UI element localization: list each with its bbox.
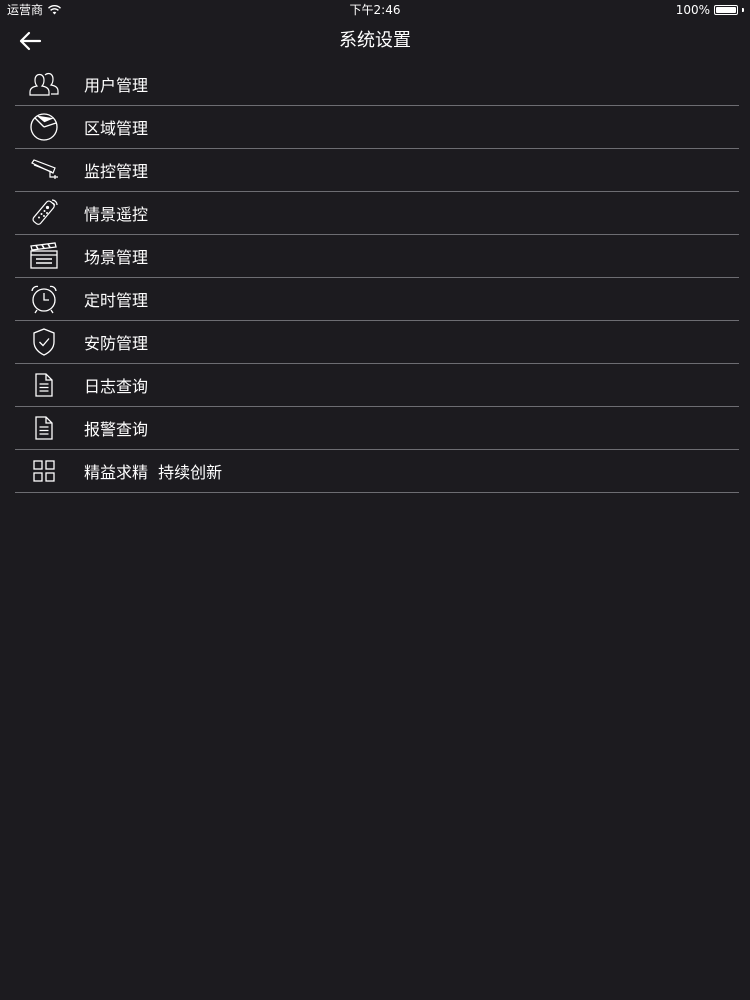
menu-item-label: 精益求精 持续创新 xyxy=(84,463,223,482)
users-icon xyxy=(27,67,61,101)
clapperboard-icon xyxy=(27,239,61,273)
arrow-left-icon xyxy=(18,31,42,51)
menu-item-area-management[interactable]: 区域管理 xyxy=(15,106,739,149)
menu-item-label: 监控管理 xyxy=(84,162,149,181)
menu-item-label: 日志查询 xyxy=(84,377,149,396)
document-icon xyxy=(27,411,61,445)
menu-item-label: 区域管理 xyxy=(84,119,149,138)
back-button[interactable] xyxy=(12,24,48,58)
status-battery-group: 100% xyxy=(676,0,744,20)
security-camera-icon xyxy=(27,153,61,187)
menu-item-user-management[interactable]: 用户管理 xyxy=(15,63,739,106)
screen: 运营商 下午2:46 100% 系统设置 用户管理 区域管理 监控管理 情景遥控… xyxy=(0,0,750,1000)
battery-icon xyxy=(714,5,738,15)
menu-item-monitoring-management[interactable]: 监控管理 xyxy=(15,149,739,192)
navigation-bar: 系统设置 xyxy=(0,20,750,62)
menu-item-timer-management[interactable]: 定时管理 xyxy=(15,278,739,321)
alarm-clock-icon xyxy=(27,282,61,316)
page-title: 系统设置 xyxy=(339,30,411,51)
menu-item-label: 安防管理 xyxy=(84,334,149,353)
grid-icon xyxy=(27,454,61,488)
status-bar: 运营商 下午2:46 100% xyxy=(0,0,750,20)
menu-item-label: 场景管理 xyxy=(84,248,149,267)
menu-item-log-query[interactable]: 日志查询 xyxy=(15,364,739,407)
pie-chart-icon xyxy=(27,110,61,144)
menu-item-scene-remote[interactable]: 情景遥控 xyxy=(15,192,739,235)
remote-control-icon xyxy=(27,196,61,230)
menu-item-label: 情景遥控 xyxy=(84,205,149,224)
shield-check-icon xyxy=(27,325,61,359)
document-icon xyxy=(27,368,61,402)
status-time: 下午2:46 xyxy=(349,3,401,17)
menu-item-label: 用户管理 xyxy=(84,76,149,95)
menu-item-label: 定时管理 xyxy=(84,291,149,310)
menu-item-label: 报警查询 xyxy=(84,420,149,439)
battery-cap xyxy=(742,8,744,12)
menu-item-scene-management[interactable]: 场景管理 xyxy=(15,235,739,278)
menu-item-security-management[interactable]: 安防管理 xyxy=(15,321,739,364)
settings-menu: 用户管理 区域管理 监控管理 情景遥控 场景管理 定时管理 安防管理 日志查询 … xyxy=(15,63,739,493)
battery-percent: 100% xyxy=(675,3,710,17)
menu-item-slogan[interactable]: 精益求精 持续创新 xyxy=(15,450,739,493)
menu-item-alarm-query[interactable]: 报警查询 xyxy=(15,407,739,450)
